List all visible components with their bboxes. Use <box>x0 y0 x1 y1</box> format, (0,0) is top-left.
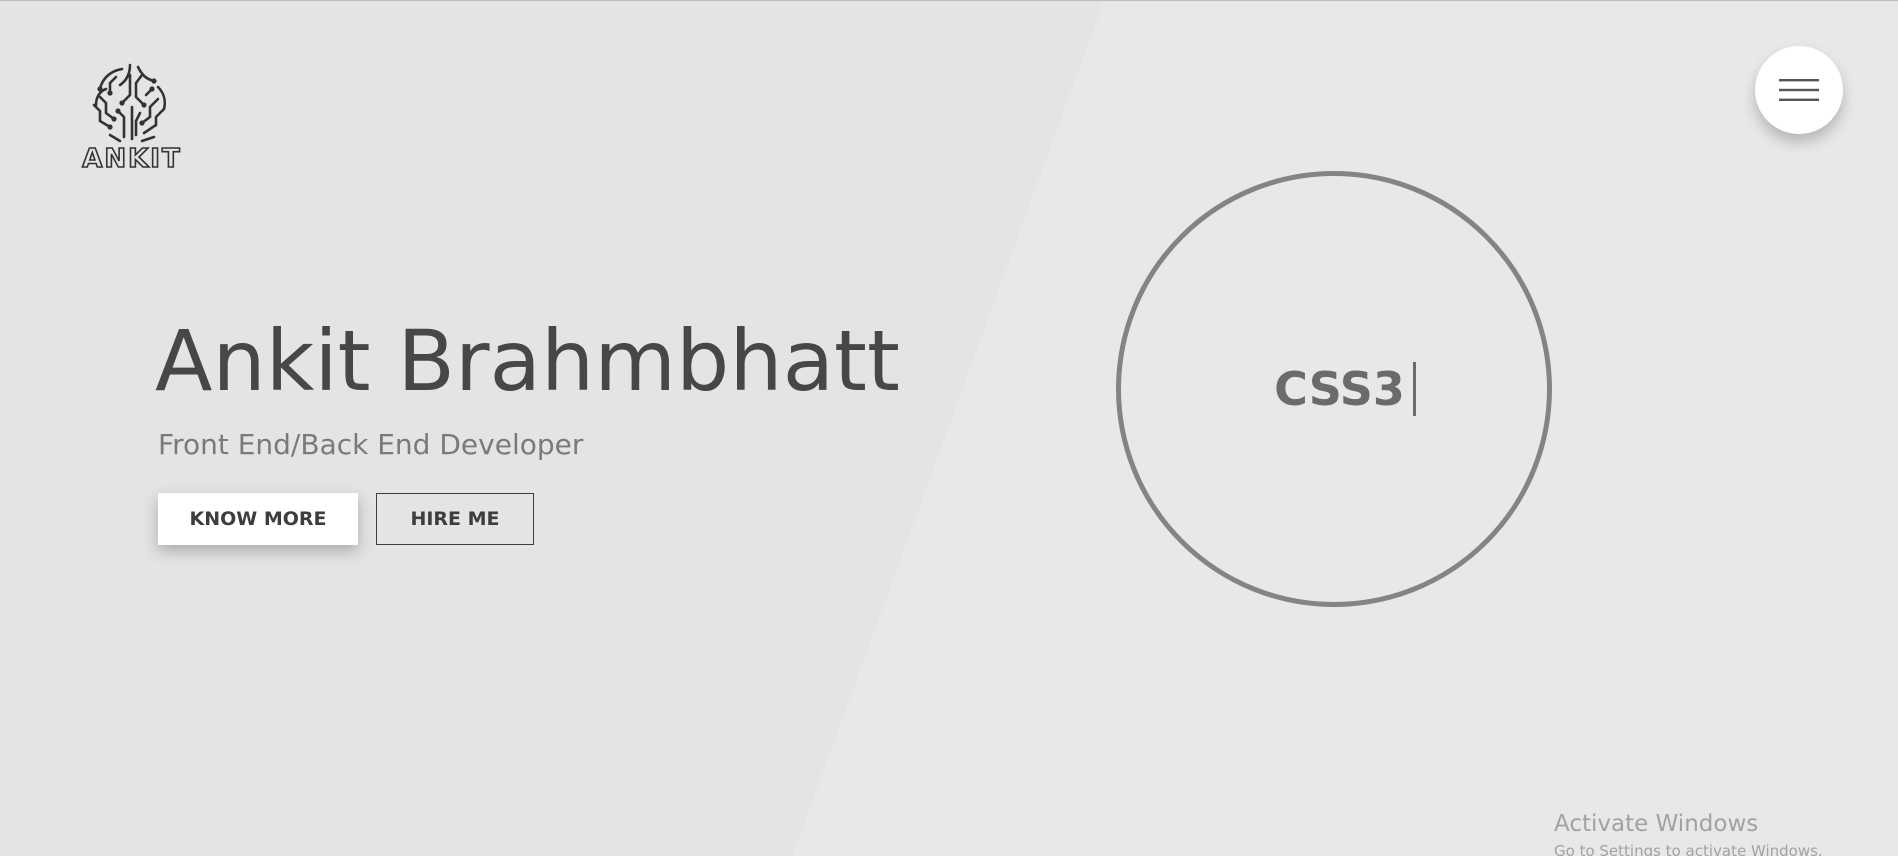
circuit-tree-logo-icon: ANKIT <box>81 63 181 173</box>
skill-typing-circle: CSS3 <box>1116 171 1552 607</box>
know-more-button[interactable]: KNOW MORE <box>158 493 358 545</box>
svg-text:ANKIT: ANKIT <box>82 144 181 173</box>
watermark-subtitle: Go to Settings to activate Windows. <box>1554 842 1823 856</box>
typed-skill-text: CSS3 <box>1274 362 1405 416</box>
page: ANKIT Ankit Brahmbhatt Front End/Back En… <box>0 0 1898 856</box>
typed-skill: CSS3 <box>1274 362 1416 416</box>
activate-windows-watermark: Activate Windows Go to Settings to activ… <box>1554 813 1823 856</box>
hero-role-subtitle: Front End/Back End Developer <box>158 428 584 461</box>
watermark-title: Activate Windows <box>1554 811 1759 837</box>
typing-cursor <box>1412 362 1416 416</box>
hamburger-menu-button[interactable] <box>1755 46 1843 134</box>
ankit-logo[interactable]: ANKIT <box>70 61 195 173</box>
hero-name-heading: Ankit Brahmbhatt <box>155 312 900 410</box>
hire-me-button[interactable]: HIRE ME <box>376 493 534 545</box>
hamburger-menu-icon <box>1779 79 1819 101</box>
